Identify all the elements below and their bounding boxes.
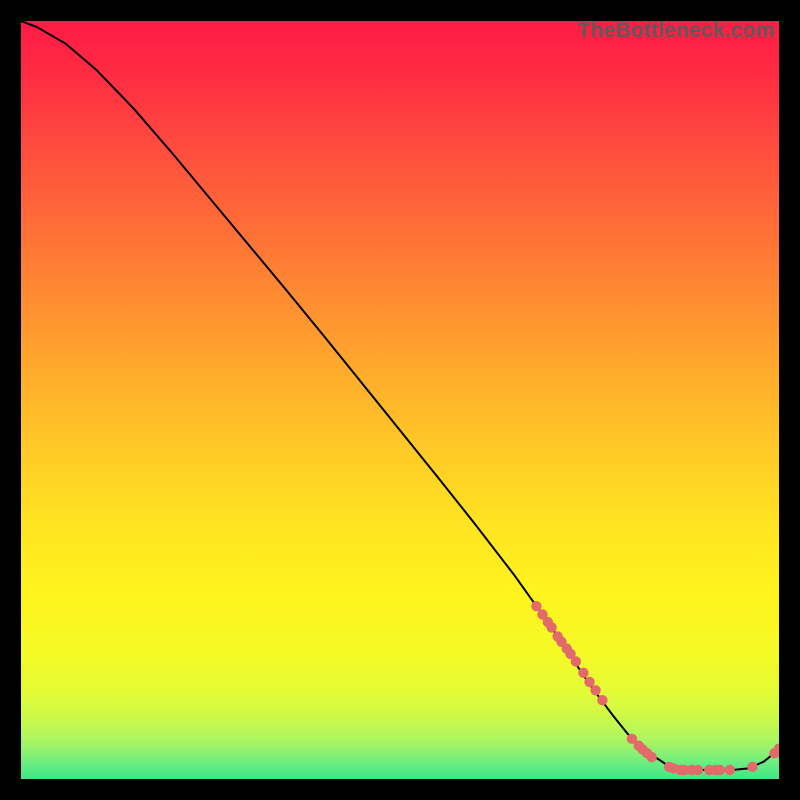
data-marker [571,656,581,666]
data-marker [747,762,757,772]
chart-frame: TheBottleneck.com [0,0,800,800]
watermark-label: TheBottleneck.com [578,21,775,43]
data-marker [646,752,656,762]
data-marker [584,677,594,687]
chart-svg [21,21,779,779]
plot-area: TheBottleneck.com [21,21,779,779]
data-marker [725,765,735,775]
data-marker [597,695,607,705]
data-marker [715,765,725,775]
data-marker [531,601,541,611]
gradient-background [21,21,779,779]
data-marker [693,765,703,775]
data-marker [578,668,588,678]
data-marker [590,685,600,695]
data-marker [546,622,556,632]
